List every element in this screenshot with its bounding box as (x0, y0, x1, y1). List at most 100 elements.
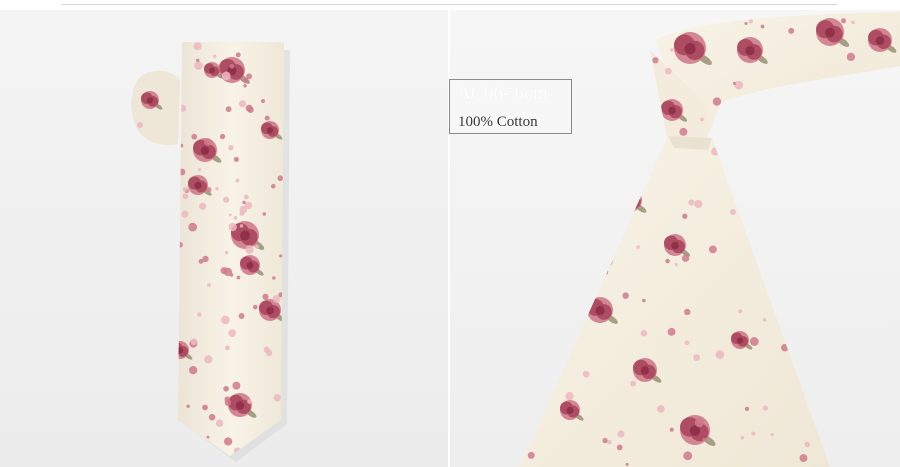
petal-speck (191, 133, 198, 140)
petal-speck (715, 350, 725, 359)
petal-speck (799, 454, 808, 463)
petal-speck (785, 326, 790, 331)
petal-speck (228, 213, 232, 217)
petal-speck (694, 418, 705, 428)
petal-speck (781, 343, 789, 352)
petal-speck (674, 262, 678, 267)
petal-speck (655, 128, 661, 134)
petal-speck (849, 97, 854, 101)
petal-speck (188, 366, 198, 375)
petal-speck (206, 187, 212, 193)
petal-speck (242, 77, 249, 84)
petal-speck (182, 193, 189, 200)
petal-speck (228, 329, 237, 338)
petal-speck (767, 160, 771, 164)
petal-speck (225, 106, 232, 113)
petal-speck (224, 345, 230, 351)
petal-speck (604, 126, 611, 133)
petal-speck (708, 245, 717, 254)
petal-speck (247, 399, 252, 404)
petal-speck (265, 349, 273, 357)
petal-speck (202, 404, 208, 411)
petal-speck (646, 129, 652, 134)
petal-speck (732, 130, 739, 137)
petal-speck (582, 370, 590, 378)
petal-speck (576, 92, 582, 97)
product-gallery: AC06- 6cm 100% Cotton (0, 0, 900, 467)
petal-speck (669, 427, 674, 432)
petal-speck (851, 20, 855, 25)
petal-speck (748, 147, 757, 156)
petal-speck (679, 127, 688, 136)
petal-speck (186, 404, 190, 408)
petal-speck (199, 202, 207, 210)
petal-speck (734, 80, 744, 90)
petal-speck (254, 244, 260, 249)
petal-speck (667, 327, 676, 336)
petal-speck (712, 97, 722, 106)
petal-speck (682, 213, 688, 219)
petal-speck (602, 437, 608, 444)
petal-speck (601, 268, 609, 276)
petal-speck (762, 318, 767, 322)
petal-speck (831, 195, 840, 204)
product-spec-box: AC06- 6cm 100% Cotton (449, 79, 572, 134)
petal-speck (616, 444, 623, 451)
petal-speck (272, 276, 276, 280)
petal-speck (734, 192, 744, 201)
petal-speck (769, 89, 774, 94)
petal-speck (273, 394, 282, 402)
petal-speck (657, 405, 665, 413)
petal-speck (223, 196, 230, 203)
petal-speck (694, 199, 703, 209)
petal-speck (565, 391, 574, 401)
petal-speck (683, 451, 693, 461)
petal-speck (601, 173, 606, 178)
petal-speck (245, 104, 253, 112)
petal-speck (838, 150, 848, 160)
petal-speck (262, 293, 269, 300)
petal-speck (178, 104, 187, 112)
petal-speck (804, 441, 811, 448)
petal-speck (197, 312, 202, 317)
petal-speck (535, 267, 544, 275)
petal-speck (239, 224, 244, 228)
petal-speck (197, 168, 202, 172)
petal-speck (850, 455, 855, 461)
petal-speck (625, 462, 629, 466)
petal-speck (785, 140, 793, 148)
petal-speck (749, 337, 759, 346)
petal-speck (630, 380, 637, 387)
petal-speck (730, 209, 736, 215)
petal-speck (193, 42, 202, 51)
petal-speck (702, 437, 707, 442)
petal-speck (638, 62, 646, 71)
petal-speck (790, 326, 795, 330)
petal-speck (847, 415, 852, 420)
petal-speck (245, 245, 254, 254)
petal-speck (770, 433, 774, 437)
petal-speck (659, 144, 663, 148)
petal-speck (223, 437, 233, 446)
petal-speck (188, 222, 198, 232)
petal-speck (681, 254, 690, 263)
petal-speck (618, 36, 627, 45)
petal-speck (242, 200, 246, 205)
petal-speck (235, 52, 241, 58)
petal-speck (560, 217, 568, 226)
petal-speck (215, 186, 219, 191)
petal-speck (684, 340, 690, 346)
petal-speck (182, 186, 188, 192)
petal-speck (657, 137, 665, 144)
petal-speck (223, 385, 229, 392)
petal-speck (277, 175, 284, 182)
petal-speck (768, 234, 778, 244)
tie-body (178, 42, 284, 456)
petal-speck (252, 304, 258, 310)
petal-speck (264, 115, 270, 121)
petal-speck (229, 63, 235, 69)
petal-speck (802, 285, 806, 289)
petal-speck (640, 329, 648, 337)
petal-speck (235, 178, 240, 183)
petal-speck (801, 348, 810, 357)
